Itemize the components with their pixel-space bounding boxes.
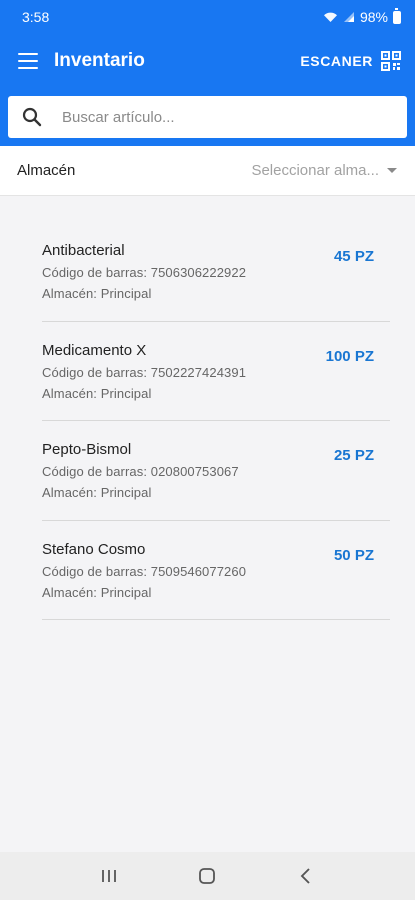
page-title: Inventario: [54, 50, 145, 71]
scanner-label: ESCANER: [300, 53, 373, 69]
back-button[interactable]: [286, 858, 326, 894]
back-icon: [300, 868, 310, 884]
warehouse-label: Almacén: [17, 162, 76, 179]
list-item[interactable]: Medicamento X Código de barras: 75022274…: [42, 322, 390, 421]
item-quantity: 100 PZ: [325, 347, 374, 365]
item-quantity: 25 PZ: [333, 447, 374, 464]
scanner-button[interactable]: ESCANER: [300, 51, 401, 71]
battery-icon: [393, 7, 401, 24]
item-barcode: Código de barras: 7502227424391: [42, 364, 247, 380]
app-bar: Inventario ESCANER: [0, 34, 415, 88]
inventory-list: Antibacterial Código de barras: 75063062…: [42, 222, 390, 620]
home-button[interactable]: [187, 858, 227, 894]
item-warehouse: Almacén: Principal: [42, 485, 152, 500]
warehouse-select[interactable]: Seleccionar alma...: [251, 162, 397, 179]
search-box[interactable]: [8, 96, 407, 138]
wifi-icon: [323, 12, 337, 22]
item-barcode: Código de barras: 020800753067: [42, 464, 239, 479]
list-item[interactable]: Antibacterial Código de barras: 75063062…: [42, 222, 390, 322]
item-quantity: 45 PZ: [333, 248, 374, 265]
chevron-down-icon: [387, 168, 397, 173]
qr-code-icon: [381, 51, 401, 71]
item-warehouse: Almacén: Principal: [42, 584, 152, 600]
item-quantity: 50 PZ: [333, 546, 374, 564]
recent-apps-button[interactable]: [89, 858, 129, 894]
item-warehouse: Almacén: Principal: [42, 385, 152, 401]
search-icon: [22, 107, 42, 127]
list-item[interactable]: Pepto-Bismol Código de barras: 020800753…: [42, 421, 390, 521]
battery-percent: 98%: [359, 9, 388, 25]
signal-icon: [343, 12, 354, 22]
search-bar-container: [0, 88, 415, 146]
home-icon: [199, 868, 216, 884]
system-nav-bar: [0, 852, 415, 900]
menu-icon[interactable]: [18, 53, 38, 69]
item-barcode: Código de barras: 7506306222922: [42, 265, 247, 280]
search-input[interactable]: [62, 108, 362, 126]
recent-apps-icon: [102, 870, 117, 882]
warehouse-filter: Almacén Seleccionar alma...: [0, 146, 415, 196]
status-time: 3:58: [22, 9, 50, 25]
status-indicators: 98%: [323, 7, 401, 25]
status-bar: 3:58 98%: [0, 0, 415, 34]
item-barcode: Código de barras: 7509546077260: [42, 563, 247, 579]
list-item[interactable]: Stefano Cosmo Código de barras: 75095460…: [42, 521, 390, 620]
warehouse-select-placeholder: Seleccionar alma...: [251, 162, 379, 179]
item-warehouse: Almacén: Principal: [42, 286, 152, 301]
